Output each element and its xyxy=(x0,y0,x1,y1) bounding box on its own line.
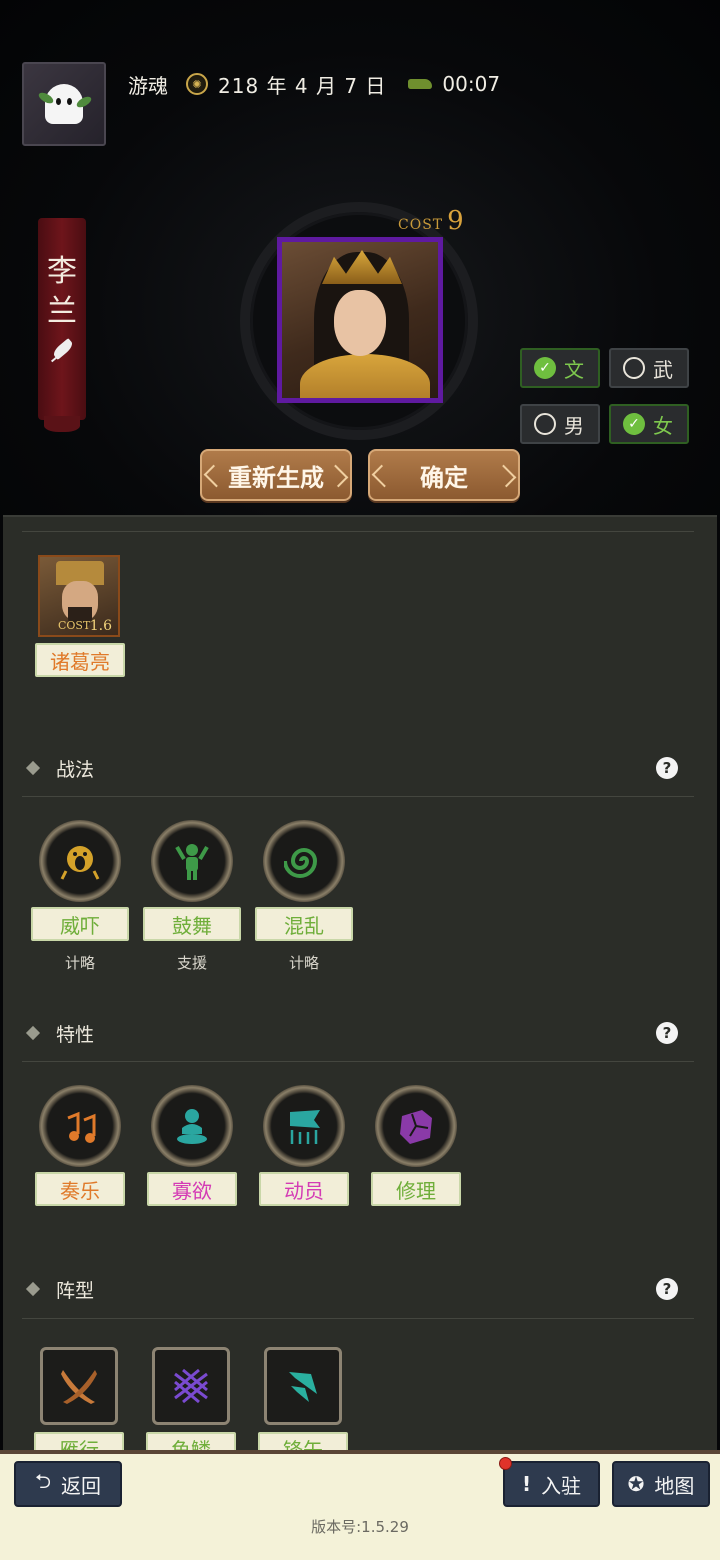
regenerate-button[interactable]: 重新生成 xyxy=(200,449,352,501)
section-title: 战法 xyxy=(56,758,95,781)
trait-icon-guayu[interactable] xyxy=(151,1085,233,1167)
horse-icon xyxy=(408,79,433,89)
divider xyxy=(22,1318,694,1319)
crossed-blades-icon xyxy=(61,1370,97,1404)
section-traits-header: 特性 xyxy=(25,1018,95,1048)
diamond-bullet-icon xyxy=(25,760,41,776)
section-title: 阵型 xyxy=(56,1279,95,1302)
cost-badge: COST 9 xyxy=(398,206,464,236)
formation-icon-fengshi[interactable] xyxy=(264,1347,342,1425)
status-bar: 游魂 ✺ 218 年 4 月 7 日 00:07 xyxy=(128,70,500,98)
character-portrait[interactable] xyxy=(277,237,443,403)
swirl-icon xyxy=(284,848,318,878)
section-tactics-header: 战法 xyxy=(25,753,95,783)
toggle-label: 文 xyxy=(564,357,584,382)
player-avatar[interactable] xyxy=(22,62,106,146)
tactic-icon-guwu[interactable] xyxy=(151,820,233,902)
trait-icon-xiuli[interactable] xyxy=(375,1085,457,1167)
compass-icon: ✪ xyxy=(627,1472,645,1496)
divider xyxy=(22,1061,694,1062)
toggle-female[interactable]: ✓ 女 xyxy=(609,404,689,444)
toggle-label: 武 xyxy=(653,357,673,382)
cost-label: COST xyxy=(398,217,444,233)
screaming-face-icon xyxy=(60,846,100,880)
back-arrow-icon: ⮌ xyxy=(34,1469,52,1493)
name-char: 李 xyxy=(47,254,77,289)
toggle-label: 男 xyxy=(564,413,584,438)
tactic-type: 支援 xyxy=(176,954,207,972)
toggle-wen[interactable]: ✓ 文 xyxy=(520,348,600,388)
diamond-bullet-icon xyxy=(25,1025,41,1041)
game-date: 218 年 4 月 7 日 xyxy=(218,73,387,98)
radio-empty-icon xyxy=(623,357,645,379)
tactic-name[interactable]: 威吓 xyxy=(31,907,129,941)
tactic-name[interactable]: 鼓舞 xyxy=(143,907,241,941)
back-button[interactable]: ⮌ 返回 xyxy=(14,1461,122,1507)
tactic-icon-hunluan[interactable] xyxy=(263,820,345,902)
trait-name[interactable]: 奏乐 xyxy=(35,1172,125,1206)
trait-icon-zouyue[interactable] xyxy=(39,1085,121,1167)
help-icon[interactable]: ? xyxy=(656,1278,678,1300)
toggle-male[interactable]: 男 xyxy=(520,404,600,444)
exclamation-icon: ! xyxy=(521,1472,532,1496)
station-button[interactable]: ! 入驻 xyxy=(503,1461,600,1507)
section-title: 特性 xyxy=(56,1023,95,1046)
unit-cost-label: COST xyxy=(58,619,91,632)
toggle-wu[interactable]: 武 xyxy=(609,348,689,388)
divider xyxy=(22,796,694,797)
formation-icon-yulin[interactable] xyxy=(152,1347,230,1425)
tactic-icon-weixia[interactable] xyxy=(39,820,121,902)
linked-unit-name[interactable]: 诸葛亮 xyxy=(35,643,125,677)
formation-icon-yanxing[interactable] xyxy=(40,1347,118,1425)
game-name: 游魂 xyxy=(128,73,168,98)
check-icon: ✓ xyxy=(623,413,645,435)
confirm-button[interactable]: 确定 xyxy=(368,449,520,501)
section-formations-header: 阵型 xyxy=(25,1274,95,1304)
trait-icon-dongyuan[interactable] xyxy=(263,1085,345,1167)
cheering-figure-icon xyxy=(175,844,209,880)
trait-name[interactable]: 修理 xyxy=(371,1172,461,1206)
map-label: 地图 xyxy=(654,1473,695,1498)
feather-edit-icon[interactable] xyxy=(48,342,76,366)
trait-name[interactable]: 寡欲 xyxy=(147,1172,237,1206)
tactic-type: 计略 xyxy=(288,954,319,972)
tactic-type: 计略 xyxy=(64,954,95,972)
broken-block-icon xyxy=(400,1110,432,1144)
tactic-name[interactable]: 混乱 xyxy=(255,907,353,941)
back-label: 返回 xyxy=(61,1473,102,1498)
game-time: 00:07 xyxy=(442,72,501,96)
diamond-bullet-icon xyxy=(25,1281,41,1297)
check-icon: ✓ xyxy=(534,357,556,379)
crosshatch-icon xyxy=(174,1368,208,1404)
version-label: 版本号:1.5.29 xyxy=(311,1518,409,1536)
music-notes-icon xyxy=(67,1111,96,1143)
help-icon[interactable]: ? xyxy=(656,757,678,779)
meditating-figure-icon xyxy=(177,1109,207,1144)
banner-spears-icon xyxy=(290,1110,320,1144)
trait-name[interactable]: 动员 xyxy=(259,1172,349,1206)
linked-unit-portrait[interactable]: COST 1.6 xyxy=(38,555,120,637)
map-button[interactable]: ✪ 地图 xyxy=(612,1461,710,1507)
station-label: 入驻 xyxy=(541,1473,582,1498)
unit-cost-value: 1.6 xyxy=(89,618,112,634)
calendar-icon: ✺ xyxy=(186,73,208,95)
arrowhead-icon xyxy=(289,1372,317,1402)
help-icon[interactable]: ? xyxy=(656,1022,678,1044)
radio-empty-icon xyxy=(534,413,556,435)
name-char: 兰 xyxy=(47,294,77,329)
cost-value: 9 xyxy=(447,206,464,236)
character-name-banner: 李 兰 xyxy=(38,218,86,432)
toggle-label: 女 xyxy=(653,413,673,438)
notification-dot xyxy=(499,1457,512,1470)
divider xyxy=(22,531,694,532)
